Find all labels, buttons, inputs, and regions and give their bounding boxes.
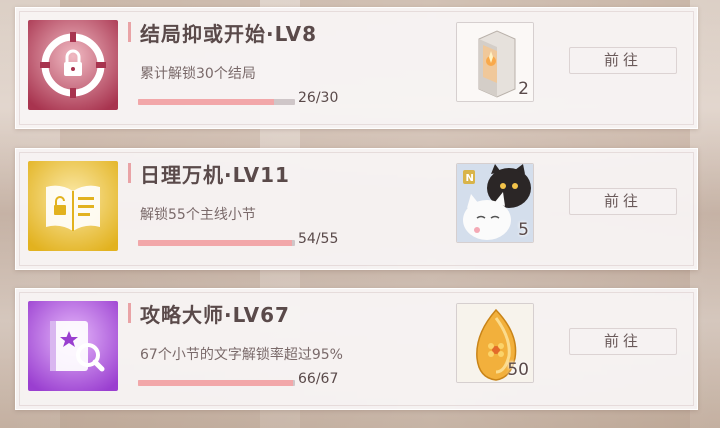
achievement-card: 日理万机·LV11 解锁55个主线小节 54/55 N 5 前往	[15, 148, 698, 270]
title-accent	[128, 22, 131, 42]
achievement-title: 日理万机·LV11	[140, 163, 290, 187]
reward-item[interactable]: 2	[456, 22, 534, 102]
lock-target-icon	[28, 20, 118, 110]
progress-fill	[138, 99, 275, 105]
achievement-card: 攻略大师·LV67 67个小节的文字解锁率超过95% 66/67 50 前往	[15, 288, 698, 410]
achievement-card: 结局抑或开始·LV8 累计解锁30个结局 26/30 2 前往	[15, 7, 698, 129]
progress-fill	[138, 380, 293, 386]
reward-item[interactable]: N 5	[456, 163, 534, 243]
progress-bar	[138, 380, 295, 386]
achievement-description: 解锁55个主线小节	[140, 207, 256, 223]
progress-count: 26/30	[298, 90, 339, 106]
reward-item[interactable]: 50	[456, 303, 534, 383]
progress-count: 66/67	[298, 371, 339, 387]
guide-book-magnifier-icon	[28, 301, 118, 391]
reward-quantity: 5	[518, 220, 529, 240]
go-button[interactable]: 前往	[569, 188, 677, 215]
achievement-description: 67个小节的文字解锁率超过95%	[140, 347, 343, 363]
progress-bar	[138, 99, 295, 105]
reward-quantity: 50	[507, 360, 529, 380]
progress-count: 54/55	[298, 231, 339, 247]
go-button[interactable]: 前往	[569, 328, 677, 355]
go-button[interactable]: 前往	[569, 47, 677, 74]
achievement-description: 累计解锁30个结局	[140, 66, 256, 82]
progress-bar	[138, 240, 295, 246]
progress-fill	[138, 240, 293, 246]
title-accent	[128, 303, 131, 323]
svg-text:N: N	[466, 173, 474, 184]
reward-quantity: 2	[518, 79, 529, 99]
open-book-icon	[28, 161, 118, 251]
title-accent	[128, 163, 131, 183]
achievement-title: 结局抑或开始·LV8	[140, 22, 317, 46]
achievement-title: 攻略大师·LV67	[140, 303, 290, 327]
